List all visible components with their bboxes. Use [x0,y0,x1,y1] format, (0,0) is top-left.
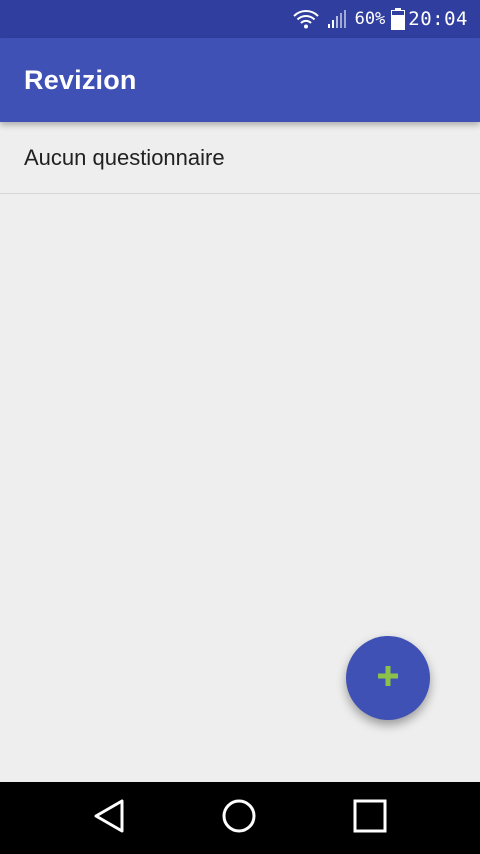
recents-icon [353,799,387,838]
wifi-icon [292,9,319,29]
plus-icon [377,665,399,692]
signal-icon [327,9,347,29]
navigation-bar [0,782,480,854]
status-bar: 60% 20:04 [0,0,480,38]
home-icon [222,799,256,838]
app-title: Revizion [24,64,137,95]
back-button[interactable] [87,796,131,840]
back-icon [93,799,125,838]
screen: 60% 20:04 Revizion Aucun questionnaire [0,0,480,854]
recents-button[interactable] [348,796,392,840]
app-bar: Revizion [0,38,480,122]
home-button[interactable] [217,796,261,840]
battery-icon [391,8,406,30]
battery-percent: 60% [354,9,386,29]
clock: 20:04 [408,8,468,30]
add-questionnaire-button[interactable] [346,636,430,720]
list-item-label: Aucun questionnaire [24,144,225,170]
list-item[interactable]: Aucun questionnaire [0,122,480,194]
